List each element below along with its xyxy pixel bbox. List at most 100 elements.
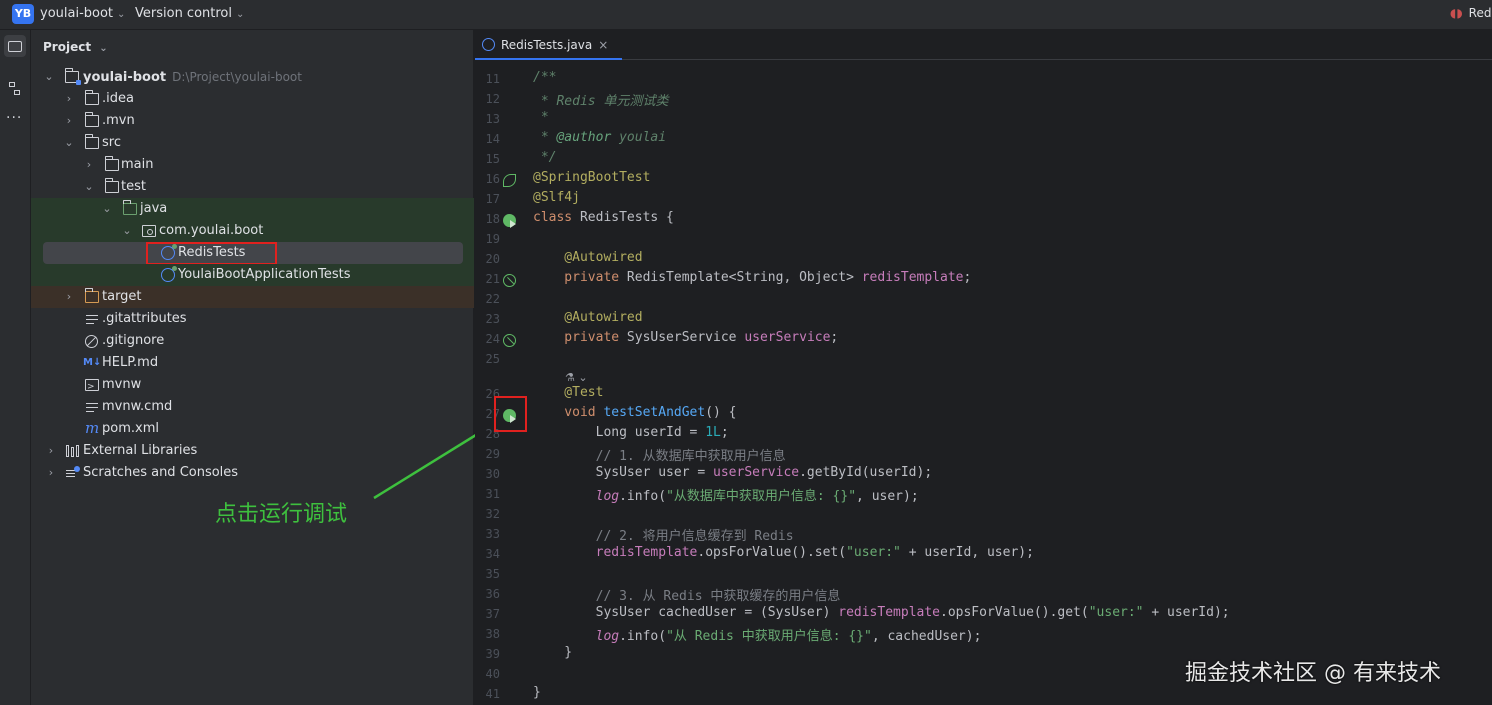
folder-icon xyxy=(105,156,119,171)
folder-icon xyxy=(105,178,119,193)
code-line: } xyxy=(533,685,541,700)
code-token: "user:" xyxy=(1088,605,1144,620)
tree-label: .idea xyxy=(102,91,134,106)
code-token: youlai xyxy=(611,130,667,145)
code-token: private xyxy=(533,270,620,285)
expand-down-icon[interactable]: ⌄ xyxy=(43,66,55,88)
expand-down-icon[interactable]: ⌄ xyxy=(83,176,95,198)
code-token: RedisTemplate<String, Object> xyxy=(619,270,862,285)
tree-item-help-md[interactable]: M↓ HELP.md xyxy=(31,352,474,374)
tree-item-mvnw[interactable]: mvnw xyxy=(31,374,474,398)
code-token: /** xyxy=(533,70,557,85)
text-file-icon xyxy=(85,313,99,325)
line-number: 25 xyxy=(485,352,500,366)
code-token: .info( xyxy=(619,489,667,504)
watermark: 掘金技术社区 @ 有来技术 xyxy=(1185,661,1441,686)
run-class-icon[interactable] xyxy=(503,214,516,228)
expand-right-icon[interactable]: › xyxy=(83,154,95,176)
tree-label: src xyxy=(102,135,121,150)
title-bar: YB youlai-boot⌄ Version control⌄ ◖◗Redi xyxy=(0,0,1492,30)
project-name: youlai-boot xyxy=(40,6,114,21)
line-number: 31 xyxy=(485,487,500,501)
expand-down-icon[interactable]: ⌄ xyxy=(63,132,75,154)
code-vision-hint[interactable]: ⚗ ⌄ xyxy=(565,371,588,384)
tree-item-gitignore[interactable]: .gitignore xyxy=(31,330,474,352)
code-token: redisTemplate xyxy=(838,605,940,620)
tree-item-src[interactable]: ⌄ src xyxy=(31,132,474,154)
folder-icon xyxy=(85,112,99,127)
structure-tool-button[interactable] xyxy=(4,78,26,100)
project-panel-header[interactable]: Project ⌄ xyxy=(43,40,108,54)
code-line: // 2. 将用户信息缓存到 Redis xyxy=(533,525,794,544)
expand-right-icon[interactable]: › xyxy=(45,440,57,462)
editor-gutter: 11 12 13 14 15 16 17 18 19 20 21 22 23 2… xyxy=(475,60,530,705)
code-token: @SpringBootTest xyxy=(533,170,651,185)
line-number: 19 xyxy=(485,232,500,246)
bean-navigate-icon[interactable] xyxy=(503,334,516,347)
code-line: @Test xyxy=(533,385,603,400)
bean-navigate-icon[interactable] xyxy=(503,274,516,287)
tree-label: .mvn xyxy=(102,113,135,128)
tree-label: com.youlai.boot xyxy=(159,223,264,238)
code-token: redisTemplate xyxy=(861,270,964,285)
run-config-label: Redi xyxy=(1468,6,1492,20)
tree-label: Scratches and Consoles xyxy=(83,465,239,480)
expand-right-icon[interactable]: › xyxy=(63,88,75,110)
chevron-down-icon: ⌄ xyxy=(117,9,126,20)
tree-item-main[interactable]: › main xyxy=(31,154,474,176)
run-config-selector[interactable]: ◖◗ Redi xyxy=(1450,6,1492,20)
tree-item-java[interactable]: ⌄ java xyxy=(31,198,474,220)
code-token: userService xyxy=(713,465,800,480)
expand-right-icon[interactable]: › xyxy=(63,110,75,132)
line-number: 34 xyxy=(485,547,500,561)
tree-item-idea[interactable]: › .idea xyxy=(31,88,474,110)
spring-boot-icon[interactable] xyxy=(503,174,516,187)
code-token: ; xyxy=(963,270,972,285)
version-control-menu[interactable]: Version control ⌄ xyxy=(135,6,244,21)
expand-down-icon[interactable]: ⌄ xyxy=(101,198,113,220)
project-switcher[interactable]: youlai-boot ⌄ xyxy=(40,6,125,21)
code-line: SysUser user = userService.getById(userI… xyxy=(533,465,933,480)
tree-item-youlai-boot[interactable]: ⌄ youlai-boot D:\Project\youlai-boot xyxy=(31,66,474,88)
tree-item-target[interactable]: › target xyxy=(31,286,474,308)
tree-item-mvn[interactable]: › .mvn xyxy=(31,110,474,132)
editor-tab-bar: RedisTests.java × xyxy=(475,30,1492,60)
expand-right-icon[interactable]: › xyxy=(45,462,57,484)
code-token: } xyxy=(533,645,573,660)
tree-item-appliationtests[interactable]: YoulaiBootApplicationTests xyxy=(31,264,474,286)
expand-right-icon[interactable]: › xyxy=(63,286,75,308)
code-token: log xyxy=(595,489,620,504)
code-token: .getById(userId); xyxy=(799,465,933,480)
folder-icon xyxy=(85,90,99,105)
code-token: @Autowired xyxy=(533,310,643,325)
chevron-down-icon: ⌄ xyxy=(236,9,245,20)
tree-item-test[interactable]: ⌄ test xyxy=(31,176,474,198)
tree-item-gitattributes[interactable]: .gitattributes xyxy=(31,308,474,330)
code-token: testSetAndGet xyxy=(595,405,706,420)
project-badge[interactable]: YB xyxy=(12,4,34,24)
path-hint: D:\Project\youlai-boot xyxy=(172,70,302,84)
code-token: */ xyxy=(533,150,557,165)
line-number: 24 xyxy=(485,332,500,346)
expand-down-icon[interactable]: ⌄ xyxy=(121,220,133,242)
tool-window-strip: ··· xyxy=(0,30,31,705)
tree-label: test xyxy=(121,179,146,194)
line-number: 37 xyxy=(485,607,500,621)
tab-redistests-java[interactable]: RedisTests.java × xyxy=(475,30,623,60)
code-token: "从 Redis 中获取用户信息: {}" xyxy=(666,629,872,644)
more-tools-button[interactable]: ··· xyxy=(4,108,26,130)
project-tool-button[interactable] xyxy=(4,35,26,57)
code-line: } xyxy=(533,645,572,660)
test-class-icon xyxy=(482,38,495,51)
code-line: // 3. 从 Redis 中获取缓存的用户信息 xyxy=(533,585,841,604)
code-token: SysUser user = xyxy=(533,465,714,480)
code-area[interactable]: /** * Redis 单元测试类 * * @author youlai */ … xyxy=(533,60,1492,705)
code-line: class RedisTests { xyxy=(533,210,674,225)
test-source-folder-icon xyxy=(123,200,137,215)
structure-icon xyxy=(9,82,21,96)
code-token: private xyxy=(533,330,620,345)
close-icon[interactable]: × xyxy=(598,38,608,52)
tree-label: .gitignore xyxy=(102,333,165,348)
tree-item-package[interactable]: ⌄ com.youlai.boot xyxy=(31,220,474,242)
